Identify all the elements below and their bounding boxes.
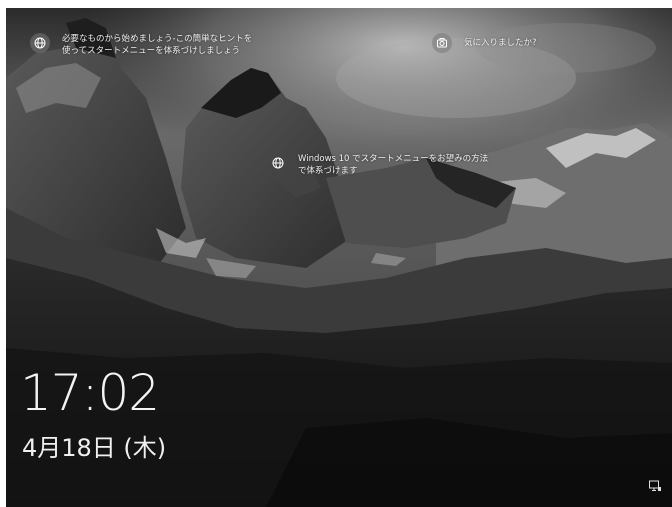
lock-screen-time: 17:02	[20, 364, 160, 422]
spotlight-tip-text: 必要なものから始めましょう-この簡単なヒントを 使ってスタートメニューを体系づけ…	[62, 34, 253, 56]
spotlight-tip-organize[interactable]: 必要なものから始めましょう-この簡単なヒントを 使ってスタートメニューを体系づけ…	[30, 33, 252, 57]
lock-screen-date: 4月18日 (木)	[22, 434, 167, 462]
network-icon[interactable]	[648, 479, 662, 493]
spotlight-like-prompt[interactable]: 気に入りましたか?	[432, 33, 537, 53]
globe-icon	[30, 33, 50, 53]
globe-icon	[268, 153, 288, 173]
camera-icon	[432, 33, 452, 53]
spotlight-tip-start-menu[interactable]: Windows 10 でスタートメニューをお望みの方法 で体系づけます	[268, 153, 488, 177]
spotlight-like-text: 気に入りましたか?	[464, 38, 537, 48]
spotlight-tip-text: Windows 10 でスタートメニューをお望みの方法 で体系づけます	[298, 154, 489, 176]
lock-screen[interactable]: 必要なものから始めましょう-この簡単なヒントを 使ってスタートメニューを体系づけ…	[6, 8, 672, 507]
